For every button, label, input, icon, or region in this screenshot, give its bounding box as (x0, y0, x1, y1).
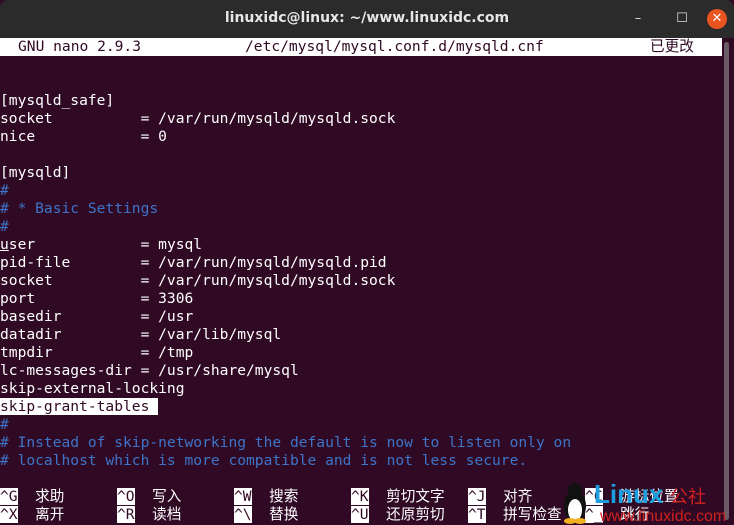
line-text: user = mysql (0, 236, 203, 253)
line-text: # Instead of skip-networking the default… (0, 434, 572, 451)
minimize-button[interactable]: – (628, 9, 648, 29)
editor-line: nice = 0 (0, 128, 722, 146)
line-text: # localhost which is more compatible and… (0, 452, 528, 469)
line-text: port = 3306 (0, 290, 194, 307)
maximize-button[interactable]: ☐ (672, 9, 692, 29)
shortcut-key: ^X (0, 506, 18, 523)
terminal[interactable]: GNU nano 2.9.3 /etc/mysql/mysql.conf.d/m… (0, 38, 722, 525)
title-bar: linuxidc@linux: ~/www.linuxidc.com – ☐ ✕ (0, 0, 734, 38)
line-text: # (0, 218, 9, 235)
svg-text:Linux: Linux (594, 479, 664, 509)
window-title: linuxidc@linux: ~/www.linuxidc.com (224, 10, 510, 26)
shortcut-label: 离开 (35, 506, 65, 523)
line-text: [mysqld] (0, 164, 71, 181)
editor-line: # localhost which is more compatible and… (0, 452, 722, 470)
shortcut-item[interactable]: ^J 对齐 (468, 488, 532, 506)
shortcut-item[interactable]: ^G 求助 (0, 488, 64, 506)
shortcut-key: ^J (468, 488, 486, 505)
line-text: socket = /var/run/mysqld/mysqld.sock (0, 272, 396, 289)
editor-line: pid-file = /var/run/mysqld/mysqld.pid (0, 254, 722, 272)
shortcut-item[interactable]: ^X 离开 (0, 506, 64, 524)
line-text: # (0, 182, 9, 199)
svg-text:www.linuxidc.com: www.linuxidc.com (599, 508, 726, 524)
svg-text:公社: 公社 (670, 487, 706, 508)
line-text: socket = /var/run/mysqld/mysqld.sock (0, 110, 396, 127)
editor-line: tmpdir = /tmp (0, 344, 722, 362)
line-text: tmpdir = /tmp (0, 344, 194, 361)
shortcut-label: 拼写检查 (503, 506, 562, 523)
line-text: pid-file = /var/run/mysqld/mysqld.pid (0, 254, 387, 271)
shortcut-item[interactable]: ^R 读档 (117, 506, 181, 524)
shortcut-key: ^G (0, 488, 18, 505)
shortcut-item[interactable]: ^O 写入 (117, 488, 181, 506)
editor-line: basedir = /usr (0, 308, 722, 326)
shortcut-key: ^K (351, 488, 369, 505)
shortcut-item[interactable]: ^U 还原剪切 (351, 506, 445, 524)
editor-line: lc-messages-dir = /usr/share/mysql (0, 362, 722, 380)
shortcut-key: ^W (234, 488, 252, 505)
line-text: # * Basic Settings (0, 200, 159, 217)
scrollbar[interactable] (724, 42, 729, 520)
line-text: lc-messages-dir = /usr/share/mysql (0, 362, 299, 379)
shortcut-item[interactable]: ^W 搜索 (234, 488, 298, 506)
shortcut-item[interactable]: ^\ 替换 (234, 506, 298, 524)
shortcut-label: 写入 (152, 488, 182, 505)
editor-line: [mysqld_safe] (0, 92, 722, 110)
line-text: nice = 0 (0, 128, 167, 145)
shortcut-item[interactable]: ^T 拼写检查 (468, 506, 562, 524)
watermark-logo: Linux 公社 www.linuxidc.com (564, 479, 726, 524)
editor-line: # Instead of skip-networking the default… (0, 434, 722, 452)
line-text: datadir = /var/lib/mysql (0, 326, 282, 343)
cursor: u (0, 236, 9, 253)
editor-line: # (0, 416, 722, 434)
shortcut-item[interactable]: ^K 剪切文字 (351, 488, 445, 506)
editor-line: socket = /var/run/mysqld/mysqld.sock (0, 272, 722, 290)
shortcut-key: ^\ (234, 506, 252, 523)
editor-content[interactable]: [mysqld_safe] socket = /var/run/mysqld/my… (0, 56, 722, 470)
editor-line: [mysqld] (0, 164, 722, 182)
shortcut-key: ^O (117, 488, 135, 505)
shortcut-key: ^T (468, 506, 486, 523)
shortcut-key: ^R (117, 506, 135, 523)
shortcut-label: 剪切文字 (386, 488, 445, 505)
shortcut-label: 搜索 (269, 488, 299, 505)
line-text: basedir = /usr (0, 308, 194, 325)
shortcut-key: ^U (351, 506, 369, 523)
editor-line: skip-external-locking (0, 380, 722, 398)
nano-header: GNU nano 2.9.3 /etc/mysql/mysql.conf.d/m… (0, 38, 722, 56)
editor-line: user = mysql (0, 236, 722, 254)
line-text: skip-external-locking (0, 380, 185, 397)
editor-line: # (0, 182, 722, 200)
shortcut-label: 对齐 (503, 488, 533, 505)
line-text: skip-grant-tables (0, 398, 159, 415)
shortcut-label: 还原剪切 (386, 506, 445, 523)
editor-line: # * Basic Settings (0, 200, 722, 218)
shortcut-label: 替换 (269, 506, 299, 523)
file-path: /etc/mysql/mysql.conf.d/mysqld.cnf (245, 38, 544, 55)
line-text: # (0, 416, 9, 433)
editor-line: port = 3306 (0, 290, 722, 308)
editor-line: # (0, 218, 722, 236)
shortcut-label: 求助 (35, 488, 65, 505)
nano-version: GNU nano 2.9.3 (18, 38, 142, 55)
editor-line: socket = /var/run/mysqld/mysqld.sock (0, 110, 722, 128)
editor-line: skip-grant-tables (0, 398, 722, 416)
close-button[interactable]: ✕ (707, 9, 727, 29)
shortcut-label: 读档 (152, 506, 182, 523)
modified-status: 已更改 (650, 38, 694, 55)
editor-line: datadir = /var/lib/mysql (0, 326, 722, 344)
